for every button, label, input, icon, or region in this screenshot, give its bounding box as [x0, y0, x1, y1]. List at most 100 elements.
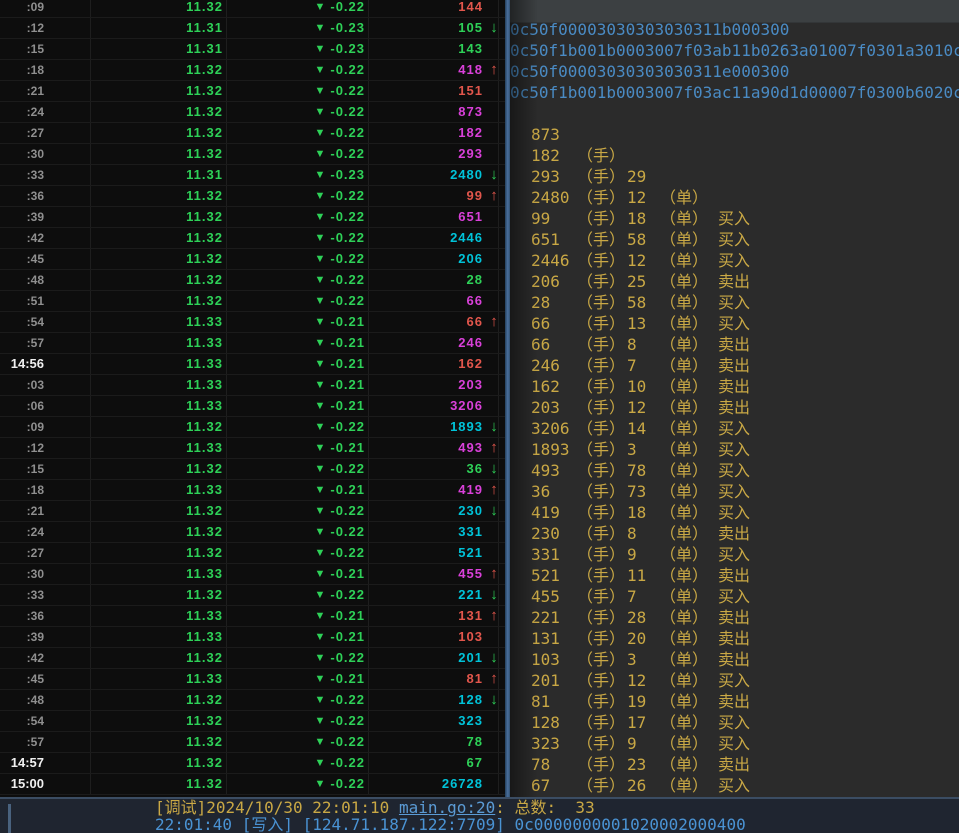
- tick-volume-cell: 99 ↑: [369, 186, 499, 206]
- tick-row[interactable]: :51 11.32 ▼ -0.22 66: [0, 291, 505, 312]
- tick-row[interactable]: :27 11.32 ▼ -0.22 521: [0, 543, 505, 564]
- tick-change: ▼ -0.21: [227, 354, 369, 374]
- tick-row[interactable]: :24 11.32 ▼ -0.22 873: [0, 102, 505, 123]
- tick-change: ▼ -0.22: [227, 690, 369, 710]
- hex-log-line: 0c50f1b001b0003007f03ab11b0263a01007f030…: [510, 40, 959, 61]
- tick-volume-cell: 3206: [369, 396, 499, 416]
- trade-row: 66 （手） 7 （单） 卖出: [510, 292, 959, 313]
- tick-row[interactable]: :24 11.32 ▼ -0.22 331: [0, 522, 505, 543]
- tick-volume: 162: [369, 354, 483, 374]
- trade-row: 323 （手） 26 （单） 卖出: [510, 712, 959, 733]
- tick-row[interactable]: :30 11.32 ▼ -0.22 293: [0, 144, 505, 165]
- tick-price: 11.32: [91, 522, 227, 542]
- tick-direction-icon: ↓: [486, 417, 502, 437]
- tick-change-value: -0.21: [330, 312, 365, 332]
- tick-row[interactable]: :57 11.33 ▼ -0.21 246: [0, 333, 505, 354]
- tick-row[interactable]: :06 11.33 ▼ -0.21 3206: [0, 396, 505, 417]
- tick-change: ▼ -0.22: [227, 543, 369, 563]
- tick-volume-cell: 2480 ↓: [369, 165, 499, 185]
- tick-row[interactable]: :42 11.32 ▼ -0.22 2446: [0, 228, 505, 249]
- tick-price: 11.31: [91, 165, 227, 185]
- tick-volume: 521: [369, 543, 483, 563]
- tick-row[interactable]: :33 11.31 ▼ -0.23 2480 ↓: [0, 165, 505, 186]
- tick-row[interactable]: 15:00 11.32 ▼ -0.22 26728: [0, 774, 505, 795]
- down-triangle-icon: ▼: [314, 81, 325, 101]
- tick-change: ▼ -0.22: [227, 186, 369, 206]
- tick-row[interactable]: :03 11.33 ▼ -0.21 203: [0, 375, 505, 396]
- tick-change-value: -0.22: [330, 291, 365, 311]
- tick-change-value: -0.22: [330, 123, 365, 143]
- tick-volume-cell: 418 ↑: [369, 60, 499, 80]
- tick-volume: 873: [369, 102, 483, 122]
- tick-price: 11.32: [91, 753, 227, 773]
- tick-row[interactable]: :12 11.33 ▼ -0.21 493 ↑: [0, 438, 505, 459]
- tick-change: ▼ -0.22: [227, 711, 369, 731]
- tick-volume: 182: [369, 123, 483, 143]
- tick-row[interactable]: :21 11.32 ▼ -0.22 230 ↓: [0, 501, 505, 522]
- tick-change-value: -0.22: [330, 144, 365, 164]
- tick-volume-cell: 144: [369, 0, 499, 17]
- tick-change: ▼ -0.22: [227, 270, 369, 290]
- tick-change-value: -0.22: [330, 417, 365, 437]
- tick-volume: 66: [369, 312, 483, 332]
- tick-time: :18: [0, 60, 91, 80]
- tick-row[interactable]: :18 11.33 ▼ -0.21 419 ↑: [0, 480, 505, 501]
- tick-row[interactable]: :39 11.32 ▼ -0.22 651: [0, 207, 505, 228]
- tick-change: ▼ -0.22: [227, 501, 369, 521]
- tick-row[interactable]: :15 11.32 ▼ -0.22 36 ↓: [0, 459, 505, 480]
- tick-row[interactable]: :42 11.32 ▼ -0.22 201 ↓: [0, 648, 505, 669]
- trade-row: 221 （手） 3 （单） 卖出: [510, 586, 959, 607]
- tick-price: 11.33: [91, 375, 227, 395]
- tick-price: 11.33: [91, 396, 227, 416]
- tick-row[interactable]: :57 11.32 ▼ -0.22 78: [0, 732, 505, 753]
- tick-row[interactable]: :36 11.32 ▼ -0.22 99 ↑: [0, 186, 505, 207]
- tick-row[interactable]: :33 11.32 ▼ -0.22 221 ↓: [0, 585, 505, 606]
- tick-row[interactable]: :54 11.33 ▼ -0.21 66 ↑: [0, 312, 505, 333]
- tick-volume: 293: [369, 144, 483, 164]
- tick-price: 11.33: [91, 312, 227, 332]
- tick-volume: 246: [369, 333, 483, 353]
- log-stream: 0c50f00003030303030311b000300 0c50f1b001…: [510, 19, 959, 796]
- tick-row[interactable]: :45 11.32 ▼ -0.22 206: [0, 249, 505, 270]
- tick-time: :45: [0, 669, 91, 689]
- tick-time: :39: [0, 207, 91, 227]
- tick-row[interactable]: :09 11.32 ▼ -0.22 1893 ↓: [0, 417, 505, 438]
- tick-price: 11.33: [91, 606, 227, 626]
- tick-time: :15: [0, 459, 91, 479]
- tick-time: :21: [0, 81, 91, 101]
- tick-direction-icon: ↑: [486, 312, 502, 332]
- tick-row[interactable]: :30 11.33 ▼ -0.21 455 ↑: [0, 564, 505, 585]
- tick-row[interactable]: :09 11.32 ▼ -0.22 144: [0, 0, 505, 18]
- trade-row: 66 （手） 10 （单） 买入: [510, 313, 959, 334]
- tick-change: ▼ -0.21: [227, 669, 369, 689]
- tick-time: :18: [0, 480, 91, 500]
- tick-price: 11.32: [91, 690, 227, 710]
- tick-volume-cell: 493 ↑: [369, 438, 499, 458]
- tick-time: :54: [0, 711, 91, 731]
- tick-row[interactable]: :48 11.32 ▼ -0.22 128 ↓: [0, 690, 505, 711]
- tick-change-value: -0.22: [330, 459, 365, 479]
- tick-row[interactable]: :48 11.32 ▼ -0.22 28: [0, 270, 505, 291]
- tick-row[interactable]: :54 11.32 ▼ -0.22 323: [0, 711, 505, 732]
- trade-row: 103 （手） 19 （单） 买入: [510, 628, 959, 649]
- tick-change-value: -0.21: [330, 375, 365, 395]
- tick-row[interactable]: :27 11.32 ▼ -0.22 182: [0, 123, 505, 144]
- tick-row[interactable]: :12 11.31 ▼ -0.23 105 ↓: [0, 18, 505, 39]
- tick-row[interactable]: 14:57 11.32 ▼ -0.22 67: [0, 753, 505, 774]
- tick-row[interactable]: :15 11.31 ▼ -0.23 143: [0, 39, 505, 60]
- tick-row[interactable]: :36 11.33 ▼ -0.21 131 ↑: [0, 606, 505, 627]
- tick-row[interactable]: :18 11.32 ▼ -0.22 418 ↑: [0, 60, 505, 81]
- tick-row[interactable]: :45 11.33 ▼ -0.21 81 ↑: [0, 669, 505, 690]
- tick-direction-icon: ↑: [486, 186, 502, 206]
- tick-row[interactable]: :39 11.33 ▼ -0.21 103: [0, 627, 505, 648]
- tick-volume-cell: 293: [369, 144, 499, 164]
- tick-change-value: -0.22: [330, 228, 365, 248]
- tick-direction-icon: ↑: [486, 60, 502, 80]
- tick-price: 11.32: [91, 711, 227, 731]
- tick-row[interactable]: :21 11.32 ▼ -0.22 151: [0, 81, 505, 102]
- tick-change: ▼ -0.22: [227, 648, 369, 668]
- tick-change: ▼ -0.21: [227, 312, 369, 332]
- trade-row: 131 （手） 12 （单） 买入: [510, 607, 959, 628]
- down-triangle-icon: ▼: [314, 186, 325, 206]
- tick-row[interactable]: 14:56 11.33 ▼ -0.21 162: [0, 354, 505, 375]
